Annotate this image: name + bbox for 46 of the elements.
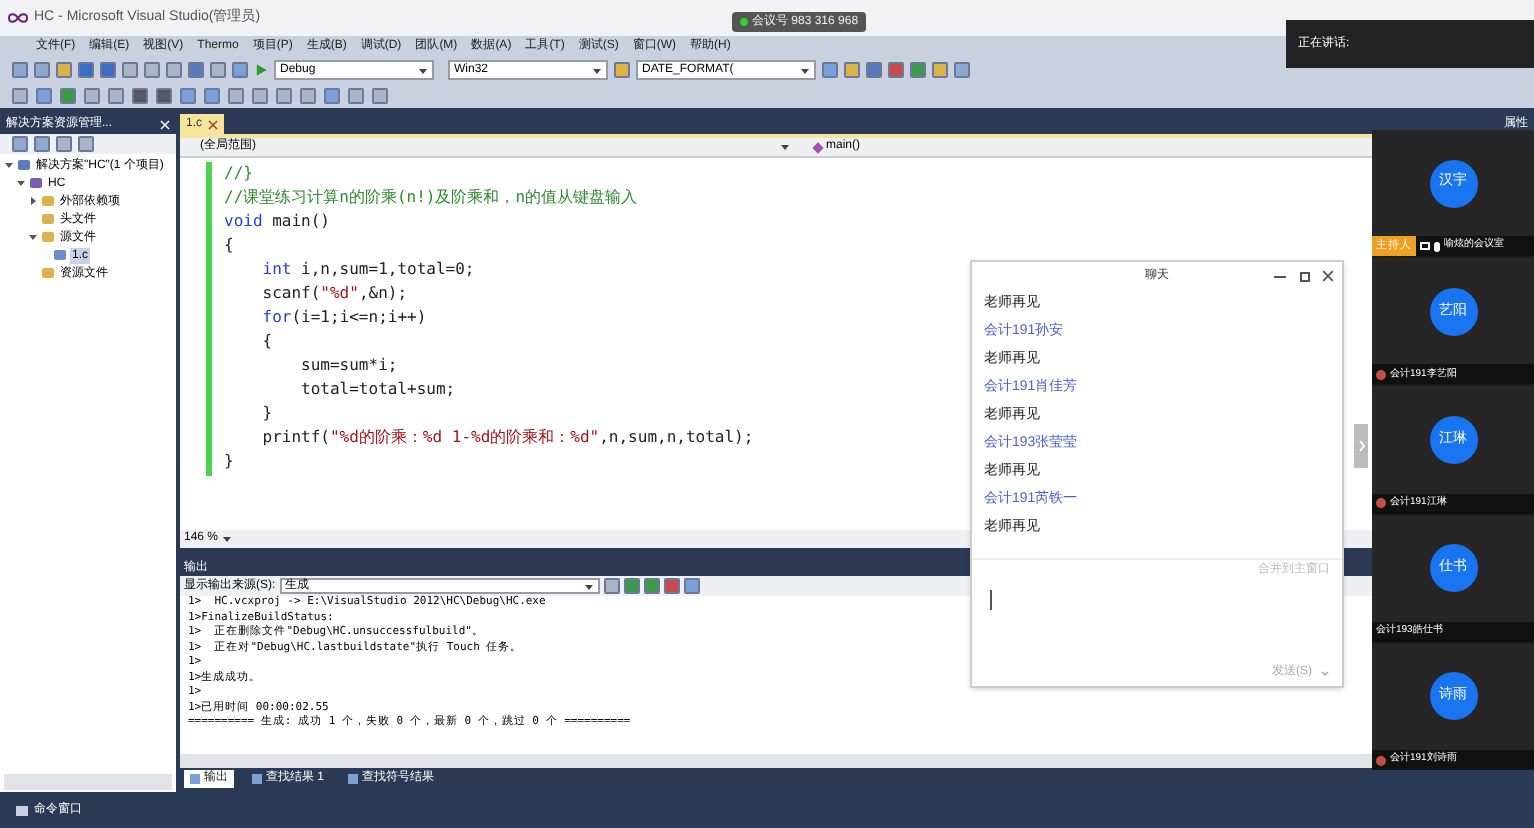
maximize-icon[interactable] xyxy=(1300,272,1310,282)
play-icon[interactable] xyxy=(254,62,268,78)
toolbar-icon[interactable] xyxy=(614,62,630,78)
close-icon[interactable] xyxy=(208,119,219,129)
expanded-caret-icon[interactable] xyxy=(4,160,14,170)
tab-icon xyxy=(348,773,359,783)
code-line: printf("%d的阶乘：%d 1-%d的阶乘和：%d",n,sum,n,total); xyxy=(260,426,754,450)
screen-icon xyxy=(1420,242,1430,251)
file-icon xyxy=(54,250,66,260)
mic-muted-icon xyxy=(1376,369,1386,380)
panel-collapse-handle[interactable] xyxy=(1354,424,1368,468)
caret-icon[interactable] xyxy=(800,65,810,75)
caret-icon[interactable] xyxy=(592,65,602,75)
tab-icon xyxy=(252,773,262,783)
code-line: void main() xyxy=(224,210,330,234)
caret-icon[interactable] xyxy=(418,65,428,75)
code-line: { xyxy=(224,234,234,258)
close-icon[interactable] xyxy=(1322,270,1334,282)
code-line: total=total+sum; xyxy=(299,378,456,402)
microphone-icon xyxy=(1434,241,1440,252)
folder-icon xyxy=(42,268,54,278)
project-icon xyxy=(30,178,42,188)
code-line: } xyxy=(260,402,273,426)
mic-muted-icon xyxy=(1376,755,1386,766)
code-line: scanf("%d",&n); xyxy=(260,282,408,306)
code-line: sum=sum*i; xyxy=(299,354,398,378)
code-line: //课堂练习计算n的阶乘(n!)及阶乘和，n的值从键盘输入 xyxy=(224,186,638,210)
solution-icon xyxy=(18,160,30,170)
collapsed-caret-icon[interactable] xyxy=(28,196,38,206)
caret-icon[interactable] xyxy=(583,581,594,591)
expanded-caret-icon[interactable] xyxy=(28,232,38,242)
expanded-caret-icon[interactable] xyxy=(16,178,26,188)
tab-icon xyxy=(190,773,200,783)
code-line: for(i=1;i<=n;i++) xyxy=(260,306,427,330)
caret-icon[interactable] xyxy=(780,142,790,152)
horizontal-scrollbar[interactable] xyxy=(4,774,172,790)
code-line: } xyxy=(224,450,234,474)
caret-icon[interactable] xyxy=(222,534,233,544)
code-line: int i,n,sum=1,total=0; xyxy=(260,258,475,282)
infinity-logo-icon xyxy=(8,12,28,24)
code-line: { xyxy=(260,330,273,354)
window-icon xyxy=(16,805,28,815)
method-icon xyxy=(812,141,824,153)
code-line: //} xyxy=(224,162,253,186)
mic-muted-icon xyxy=(1376,498,1386,509)
horizontal-scrollbar[interactable] xyxy=(180,754,1372,768)
